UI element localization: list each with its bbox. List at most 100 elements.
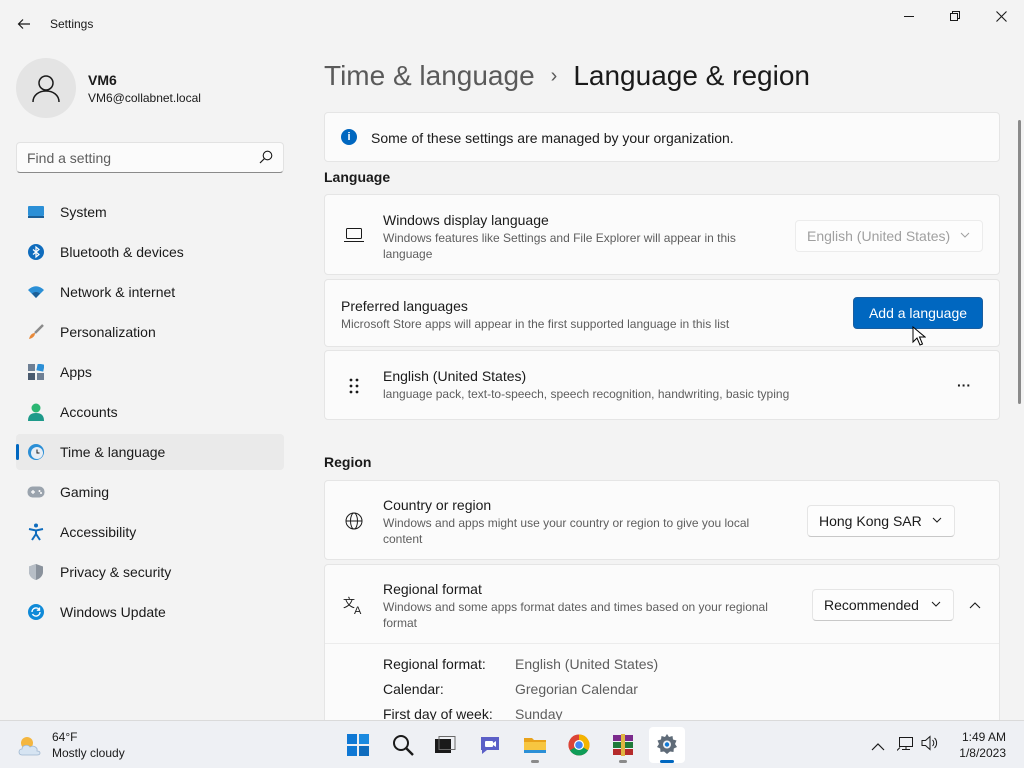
brush-icon [27, 323, 45, 341]
chrome-button[interactable] [561, 727, 597, 763]
file-explorer-button[interactable] [517, 727, 553, 763]
breadcrumb-separator: › [550, 64, 558, 87]
display-language-description: Windows features like Settings and File … [383, 231, 736, 261]
search-icon[interactable] [259, 150, 273, 169]
user-profile[interactable]: VM6 VM6@collabnet.local [16, 58, 286, 118]
chevron-down-icon [960, 232, 970, 238]
user-icon [32, 75, 60, 103]
add-language-button[interactable]: Add a language [853, 297, 983, 329]
restore-button[interactable] [932, 0, 978, 32]
chevron-down-icon [931, 601, 941, 607]
back-button[interactable] [10, 10, 38, 38]
weather-widget[interactable]: 64°F Mostly cloudy [16, 729, 125, 761]
search-input[interactable] [17, 143, 247, 172]
title-bar: Settings [0, 0, 1024, 48]
sidebar-item-windows-update[interactable]: Windows Update [16, 594, 284, 630]
bluetooth-icon [27, 243, 45, 261]
start-button[interactable] [340, 727, 376, 763]
sidebar-item-privacy[interactable]: Privacy & security [16, 554, 284, 590]
clock-date: 1/8/2023 [959, 746, 1006, 760]
gear-icon [657, 734, 677, 754]
settings-app-button[interactable] [649, 727, 685, 763]
sidebar-item-apps[interactable]: Apps [16, 354, 284, 390]
info-icon: i [341, 129, 357, 145]
sidebar-item-gaming[interactable]: Gaming [16, 474, 284, 510]
installed-language-description: language pack, text-to-speech, speech re… [383, 387, 790, 401]
close-button[interactable] [978, 0, 1024, 32]
network-status-button[interactable] [896, 735, 915, 756]
language-format-icon: 文A [343, 594, 365, 616]
teams-chat-button[interactable] [472, 727, 508, 763]
divider [325, 643, 999, 644]
task-view-icon [435, 736, 456, 753]
drag-handle-icon[interactable] [343, 375, 365, 397]
minimize-button[interactable] [886, 0, 932, 32]
country-region-dropdown[interactable]: Hong Kong SAR [807, 505, 955, 537]
mouse-cursor-icon [912, 326, 926, 346]
sidebar-item-label: Windows Update [60, 604, 166, 620]
sidebar-item-network[interactable]: Network & internet [16, 274, 284, 310]
cloud-sun-icon [18, 737, 41, 756]
weather-temperature: 64°F [52, 730, 78, 744]
regional-format-title: Regional format [383, 581, 482, 597]
sidebar-item-label: Apps [60, 364, 92, 380]
profile-email: VM6@collabnet.local [88, 91, 201, 105]
regional-format-dropdown[interactable]: Recommended [812, 589, 954, 621]
wifi-icon [27, 283, 45, 301]
volume-button[interactable] [921, 735, 939, 756]
sidebar-item-label: Time & language [60, 444, 166, 460]
sidebar-item-accounts[interactable]: Accounts [16, 394, 284, 430]
restore-icon [950, 11, 960, 21]
clock-time: 1:49 AM [961, 730, 1006, 744]
breadcrumb-parent[interactable]: Time & language [324, 60, 535, 92]
sidebar-item-label: Network & internet [60, 284, 176, 300]
country-region-description: Windows and apps might use your country … [383, 516, 750, 546]
globe-icon [343, 510, 365, 532]
apps-icon [27, 363, 45, 381]
regional-format-description: Windows and some apps format dates and t… [383, 600, 768, 630]
section-title-language: Language [324, 169, 391, 185]
folder-icon [524, 738, 546, 753]
installed-language-title: English (United States) [383, 368, 527, 384]
avatar [16, 58, 76, 118]
scrollbar[interactable] [1018, 120, 1021, 404]
winrar-button[interactable] [605, 727, 641, 763]
show-hidden-icons-button[interactable] [871, 738, 885, 756]
sidebar-item-label: Gaming [60, 484, 110, 500]
minimize-icon [904, 16, 914, 17]
breadcrumb: Time & language › Language & region [324, 58, 810, 94]
sidebar-item-label: Accounts [60, 404, 118, 420]
taskbar-search-button[interactable] [385, 727, 421, 763]
regional-format-card: 文A Regional format Windows and some apps… [324, 564, 1000, 724]
display-language-value: English (United States) [807, 228, 951, 244]
sidebar-item-bluetooth[interactable]: Bluetooth & devices [16, 234, 284, 270]
sidebar-item-personalization[interactable]: Personalization [16, 314, 284, 350]
update-icon [27, 603, 45, 621]
sidebar-item-accessibility[interactable]: Accessibility [16, 514, 284, 550]
running-indicator [619, 760, 627, 763]
svg-text:A: A [354, 605, 362, 615]
sidebar-item-time-language[interactable]: Time & language [16, 434, 284, 470]
close-icon [995, 10, 1007, 22]
running-indicator [660, 760, 674, 763]
chevron-up-icon [969, 601, 981, 608]
sidebar-item-system[interactable]: System [16, 194, 284, 230]
country-region-title: Country or region [383, 497, 492, 513]
preferred-languages-description: Microsoft Store apps will appear in the … [341, 317, 730, 331]
network-icon [896, 737, 913, 751]
task-view-button[interactable] [427, 727, 463, 763]
page-title: Language & region [573, 60, 810, 91]
running-indicator [531, 760, 539, 763]
more-options-button[interactable]: ··· [949, 373, 979, 397]
chrome-icon [568, 734, 590, 756]
collapse-button[interactable] [961, 593, 989, 617]
section-title-region: Region [324, 454, 372, 470]
regional-format-value: Recommended [824, 597, 919, 613]
display-language-card: Windows display language Windows feature… [324, 194, 1000, 275]
display-language-dropdown[interactable]: English (United States) [795, 220, 983, 252]
preferred-languages-title: Preferred languages [341, 298, 468, 314]
search-box[interactable] [16, 142, 284, 173]
sidebar-nav: System Bluetooth & devices Network & int… [16, 194, 284, 634]
system-clock[interactable]: 1:49 AM 1/8/2023 [950, 729, 1006, 761]
sidebar-item-label: Privacy & security [60, 564, 172, 580]
